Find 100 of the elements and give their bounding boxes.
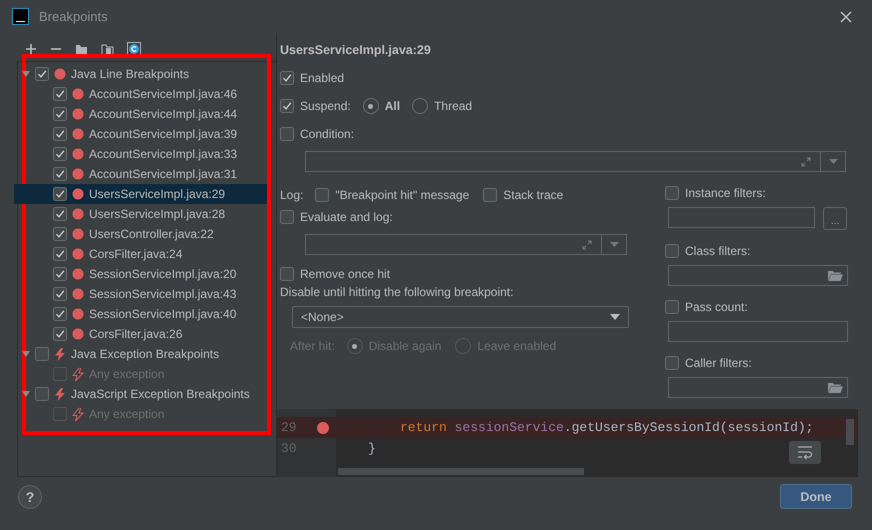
breakpoint-dot-icon xyxy=(72,268,84,280)
breakpoint-dot-icon xyxy=(316,422,328,434)
checkbox[interactable] xyxy=(665,300,679,314)
checkbox[interactable] xyxy=(53,87,67,101)
disable-until-label: Disable until hitting the following breakpoint: xyxy=(280,285,514,299)
tree-row[interactable]: CorsFilter.java:24 xyxy=(14,244,267,264)
breakpoint-dot-icon xyxy=(72,108,84,120)
add-icon[interactable] xyxy=(25,43,37,55)
tree-label: AccountServiceImpl.java:46 xyxy=(89,87,238,101)
condition-field[interactable] xyxy=(305,151,846,172)
expand-arrow-icon[interactable] xyxy=(22,350,30,358)
tree-row[interactable]: AccountServiceImpl.java:33 xyxy=(14,144,267,164)
tree-row[interactable]: JavaScript Exception Breakpoints xyxy=(14,384,267,404)
option-label: Pass count: xyxy=(685,300,748,314)
checkbox[interactable] xyxy=(280,71,294,85)
scrollbar[interactable] xyxy=(338,468,584,475)
tree-label: AccountServiceImpl.java:31 xyxy=(89,167,238,181)
tree-row[interactable]: Java Line Breakpoints xyxy=(14,64,267,84)
tree-label: CorsFilter.java:24 xyxy=(89,247,182,261)
help-button[interactable]: ? xyxy=(18,484,42,508)
checkbox[interactable] xyxy=(665,186,679,200)
expand-arrow-icon[interactable] xyxy=(22,70,30,78)
checkbox[interactable] xyxy=(280,210,294,224)
filter-field[interactable] xyxy=(668,321,848,342)
checkbox[interactable] xyxy=(53,147,67,161)
expand-arrow-icon[interactable] xyxy=(22,390,30,398)
radio-button[interactable] xyxy=(412,98,428,114)
checkbox[interactable] xyxy=(665,356,679,370)
evaluate-field[interactable] xyxy=(305,234,627,255)
option-label: Evaluate and log: xyxy=(300,210,393,224)
folder-document-icon[interactable] xyxy=(101,42,114,56)
checkbox[interactable] xyxy=(315,188,330,202)
breakpoint-dot-icon xyxy=(72,208,84,220)
app-logo-icon xyxy=(12,8,29,25)
dropdown-arrow-icon[interactable] xyxy=(610,242,618,247)
tree-label: AccountServiceImpl.java:33 xyxy=(89,147,238,161)
radio-label: All xyxy=(384,99,400,113)
tree-label: Java Line Breakpoints xyxy=(71,67,190,81)
checkbox[interactable] xyxy=(35,67,49,81)
checkbox[interactable] xyxy=(53,267,67,281)
checkbox[interactable] xyxy=(53,207,67,221)
folder-icon[interactable] xyxy=(75,42,88,56)
filter-field[interactable] xyxy=(668,265,848,286)
expand-icon[interactable] xyxy=(801,157,811,167)
tree-row[interactable]: SessionServiceImpl.java:40 xyxy=(14,304,267,324)
tree-row[interactable]: AccountServiceImpl.java:39 xyxy=(14,124,267,144)
checkbox[interactable] xyxy=(483,188,498,202)
tree-row[interactable]: AccountServiceImpl.java:46 xyxy=(14,84,267,104)
checkbox[interactable] xyxy=(53,227,67,241)
tree-row[interactable]: SessionServiceImpl.java:20 xyxy=(14,264,267,284)
more-button[interactable]: … xyxy=(823,207,847,230)
checkbox[interactable] xyxy=(53,287,67,301)
class-icon[interactable] xyxy=(127,42,141,56)
tree-row[interactable]: UsersServiceImpl.java:28 xyxy=(14,204,267,224)
checkbox[interactable] xyxy=(280,127,294,141)
tree-row[interactable]: Java Exception Breakpoints xyxy=(14,344,267,364)
folder-icon[interactable] xyxy=(828,382,843,393)
checkbox[interactable] xyxy=(53,187,67,201)
breakpoint-dot-icon xyxy=(72,308,84,320)
checkbox[interactable] xyxy=(53,327,67,341)
filter-field[interactable] xyxy=(668,377,848,398)
tree-row[interactable]: AccountServiceImpl.java:31 xyxy=(14,164,267,184)
tree-label: UsersController.java:22 xyxy=(89,227,214,241)
checkbox[interactable] xyxy=(35,387,49,401)
checkbox[interactable] xyxy=(35,347,49,361)
checkbox[interactable] xyxy=(280,99,294,113)
option-label: Caller filters: xyxy=(685,356,752,370)
checkbox[interactable] xyxy=(53,107,67,121)
dropdown-arrow-icon[interactable] xyxy=(610,314,620,320)
checkbox[interactable] xyxy=(665,244,679,258)
scrollbar[interactable] xyxy=(846,419,854,445)
expand-icon[interactable] xyxy=(582,240,592,250)
done-button[interactable]: Done xyxy=(780,484,852,509)
tree-label: Java Exception Breakpoints xyxy=(71,347,220,361)
filter-field[interactable] xyxy=(668,207,816,228)
tree-row[interactable]: UsersController.java:22 xyxy=(14,224,267,244)
checkbox[interactable] xyxy=(53,307,67,321)
breakpoint-dot-icon xyxy=(72,88,84,100)
tree-row[interactable]: SessionServiceImpl.java:43 xyxy=(14,284,267,304)
soft-wrap-button[interactable] xyxy=(789,441,821,464)
tree-row[interactable]: UsersServiceImpl.java:29 xyxy=(14,184,267,204)
checkbox[interactable] xyxy=(53,167,67,181)
breakpoint-dropdown[interactable]: <None> xyxy=(292,306,629,328)
option-label: Suspend: xyxy=(300,99,351,113)
option-label: Condition: xyxy=(300,127,354,141)
option-label: Enabled xyxy=(300,71,344,85)
window-title: Breakpoints xyxy=(39,9,109,24)
tree-row[interactable]: CorsFilter.java:26 xyxy=(14,324,267,344)
checkbox[interactable] xyxy=(53,247,67,261)
checkbox[interactable] xyxy=(280,267,294,281)
soft-wrap-icon xyxy=(797,446,813,460)
tree-row[interactable]: AccountServiceImpl.java:44 xyxy=(14,104,267,124)
close-icon[interactable] xyxy=(840,10,852,22)
tree-label: SessionServiceImpl.java:40 xyxy=(89,307,236,321)
radio-label: Thread xyxy=(434,99,472,113)
log-label: Log: xyxy=(280,188,304,202)
checkbox[interactable] xyxy=(53,127,67,141)
dropdown-arrow-icon[interactable] xyxy=(828,159,838,164)
radio-button[interactable] xyxy=(362,98,379,114)
folder-icon[interactable] xyxy=(828,270,843,281)
